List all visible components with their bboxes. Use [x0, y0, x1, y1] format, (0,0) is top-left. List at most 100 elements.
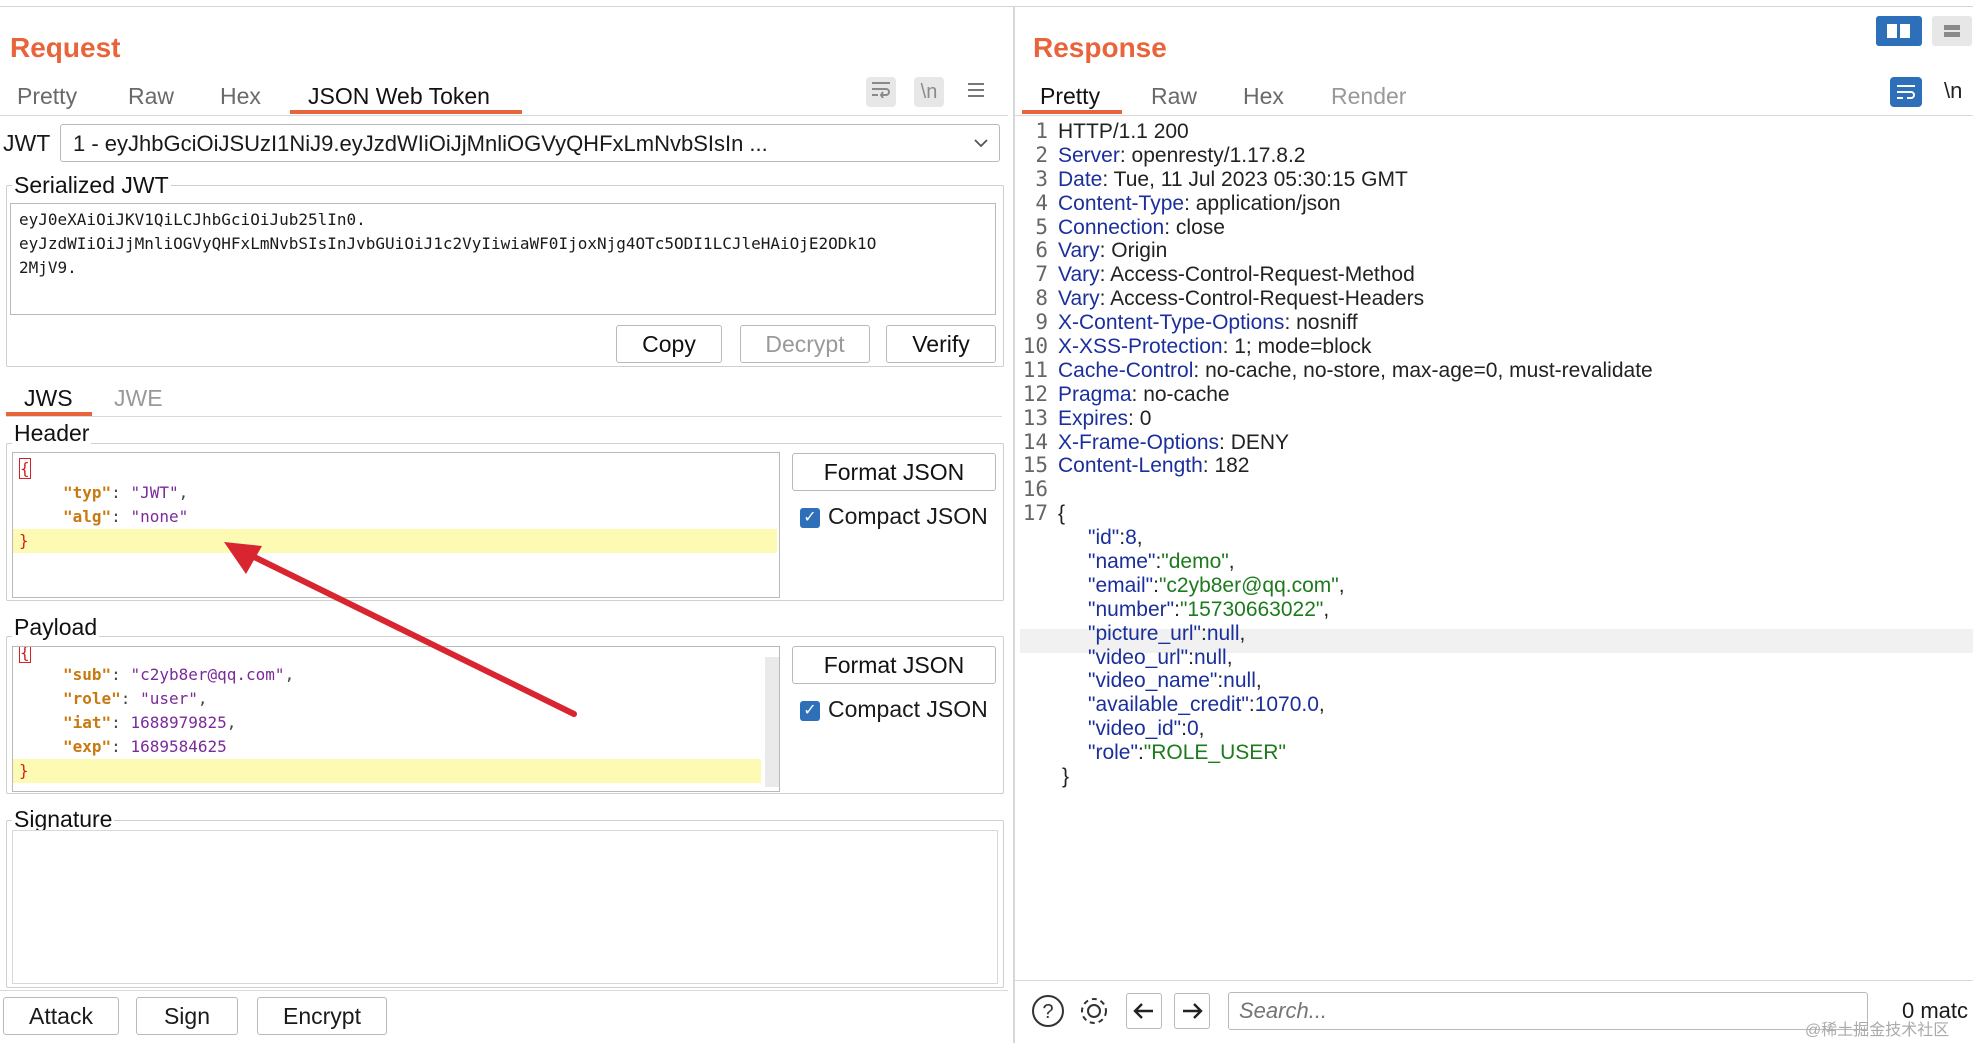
header-separator: : [1222, 335, 1235, 359]
tab-pretty[interactable]: Pretty [17, 83, 77, 110]
header-separator: : [1193, 358, 1206, 382]
header-value: Origin [1111, 239, 1168, 263]
header-name: Server [1058, 143, 1120, 167]
response-search-input[interactable] [1228, 992, 1868, 1030]
watermark: @稀土掘金技术社区 [1805, 1022, 1950, 1039]
active-tab-indicator [290, 110, 522, 114]
menu-icon[interactable] [964, 78, 988, 106]
response-line: 9 X-Content-Type-Options: nosniff [1020, 310, 1973, 335]
tab-raw[interactable]: Raw [128, 83, 174, 110]
serialized-line: eyJzdWIiOiJjMnliOGVyQHFxLmNvbSIsInJvbGUi… [19, 234, 877, 253]
tab-json-web-token[interactable]: JSON Web Token [308, 83, 490, 110]
copy-button[interactable]: Copy [616, 325, 722, 363]
response-line: 4 Content-Type: application/json [1020, 191, 1973, 216]
signature-textarea[interactable] [12, 830, 998, 984]
payload-format-json-button[interactable]: Format JSON [792, 646, 996, 684]
response-tab-render[interactable]: Render [1331, 83, 1406, 110]
json-key: "video_name" [1088, 669, 1218, 693]
response-line: 7 Vary: Access-Control-Request-Method [1020, 262, 1973, 287]
payload-compact-json-checkbox[interactable]: ✓ [800, 701, 820, 721]
payload-role-line: "role": "user", [63, 689, 208, 708]
payload-exp-value: 1689584625 [130, 737, 227, 756]
response-line: 1 HTTP/1.1 200 [1020, 119, 1973, 144]
sign-button[interactable]: Sign [136, 997, 238, 1035]
tab-hex[interactable]: Hex [220, 83, 261, 110]
response-line: 17 { [1020, 501, 1973, 526]
line-content: Vary: Access-Control-Request-Headers [1058, 287, 1424, 310]
svg-text:?: ? [1042, 1001, 1053, 1023]
header-separator: : [1099, 263, 1111, 287]
json-body-line: "role":"ROLE_USER" [1020, 741, 1973, 765]
wrap-icon[interactable] [866, 77, 896, 107]
request-title: Request [10, 32, 121, 63]
verify-button[interactable]: Verify [886, 325, 996, 363]
json-key: "number" [1088, 597, 1175, 621]
line-content: Cache-Control: no-cache, no-store, max-a… [1058, 359, 1653, 382]
panel-splitter[interactable] [1013, 6, 1015, 1043]
response-tab-hex[interactable]: Hex [1243, 83, 1284, 110]
response-newline-icon[interactable]: \n [1944, 78, 1962, 104]
header-separator: : [1131, 382, 1144, 406]
header-open-brace: { [19, 458, 31, 479]
payload-compact-json-label: Compact JSON [828, 696, 988, 722]
header-name: Content-Length [1058, 454, 1203, 478]
attack-button[interactable]: Attack [3, 997, 119, 1035]
header-typ-line: "typ": "JWT", [63, 483, 189, 502]
response-editor[interactable]: 1 HTTP/1.1 200 2 Server: openresty/1.17.8.2… [1020, 119, 1973, 979]
header-value: Access-Control-Request-Headers [1110, 287, 1425, 311]
newline-label: \n [920, 81, 938, 103]
header-separator: : [1184, 191, 1196, 215]
json-value: 0 [1186, 717, 1199, 741]
response-line: 10 X-XSS-Protection: 1; mode=block [1020, 334, 1973, 359]
json-comma: , [1318, 693, 1325, 717]
header-value: 1; mode=block [1234, 335, 1372, 359]
header-separator: : [1119, 143, 1132, 167]
payload-scrollbar[interactable] [765, 657, 779, 787]
response-wrap-icon[interactable] [1890, 77, 1922, 107]
encrypt-button[interactable]: Encrypt [257, 997, 387, 1035]
response-tab-pretty[interactable]: Pretty [1040, 83, 1100, 110]
status-line: HTTP/1.1 200 [1058, 120, 1189, 143]
stacked-view-icon[interactable] [1932, 16, 1972, 46]
response-tab-raw[interactable]: Raw [1151, 83, 1197, 110]
serialized-jwt-textarea[interactable]: eyJ0eXAiOiJKV1QiLCJhbGciOiJub25lIn0. eyJz… [10, 203, 996, 315]
signature-label: Signature [12, 806, 115, 833]
header-separator: : [1099, 287, 1111, 311]
json-comma: , [1255, 669, 1262, 693]
json-value: 8 [1125, 526, 1137, 550]
json-value: "ROLE_USER" [1143, 741, 1286, 765]
line-content: Expires: 0 [1058, 407, 1151, 430]
header-name: Expires [1058, 406, 1129, 430]
header-name: Vary [1058, 263, 1100, 287]
json-value: "demo" [1161, 550, 1229, 574]
newline-icon[interactable]: \n [914, 77, 944, 107]
json-key: "video_url" [1088, 645, 1189, 669]
subtab-jws[interactable]: JWS [24, 385, 73, 412]
payload-open-brace: { [19, 647, 31, 665]
header-alg-value: "none" [130, 507, 189, 526]
subtab-jwe[interactable]: JWE [114, 385, 163, 412]
settings-gear-icon[interactable] [1076, 993, 1112, 1034]
back-arrow-icon[interactable] [1126, 993, 1162, 1029]
help-icon[interactable]: ? [1030, 993, 1066, 1034]
header-format-json-button[interactable]: Format JSON [792, 453, 996, 491]
header-compact-json-label: Compact JSON [828, 503, 988, 529]
line-number: 16 [1022, 477, 1048, 502]
jwt-select[interactable]: 1 - eyJhbGciOiJSUzI1NiJ9.eyJzdWIiOiJjMnl… [60, 124, 1000, 162]
header-compact-json-checkbox[interactable]: ✓ [800, 508, 820, 528]
header-label: Header [12, 420, 92, 447]
line-content: Vary: Origin [1058, 239, 1167, 262]
forward-arrow-icon[interactable] [1174, 993, 1210, 1029]
header-value: openresty/1.17.8.2 [1131, 143, 1306, 167]
line-content: X-Content-Type-Options: nosniff [1058, 311, 1358, 334]
serialized-line: 2MjV9. [19, 258, 77, 277]
response-line: 11 Cache-Control: no-cache, no-store, max… [1020, 358, 1973, 383]
response-active-tab-indicator [1022, 110, 1122, 114]
split-view-icon[interactable] [1876, 16, 1922, 46]
payload-exp-line: "exp": 1689584625 [63, 737, 227, 756]
header-value: no-cache [1143, 382, 1230, 406]
subtab-divider [6, 416, 1002, 417]
line-number: 2 [1035, 142, 1048, 167]
decrypt-button[interactable]: Decrypt [740, 325, 870, 363]
json-key: "email" [1088, 573, 1154, 597]
